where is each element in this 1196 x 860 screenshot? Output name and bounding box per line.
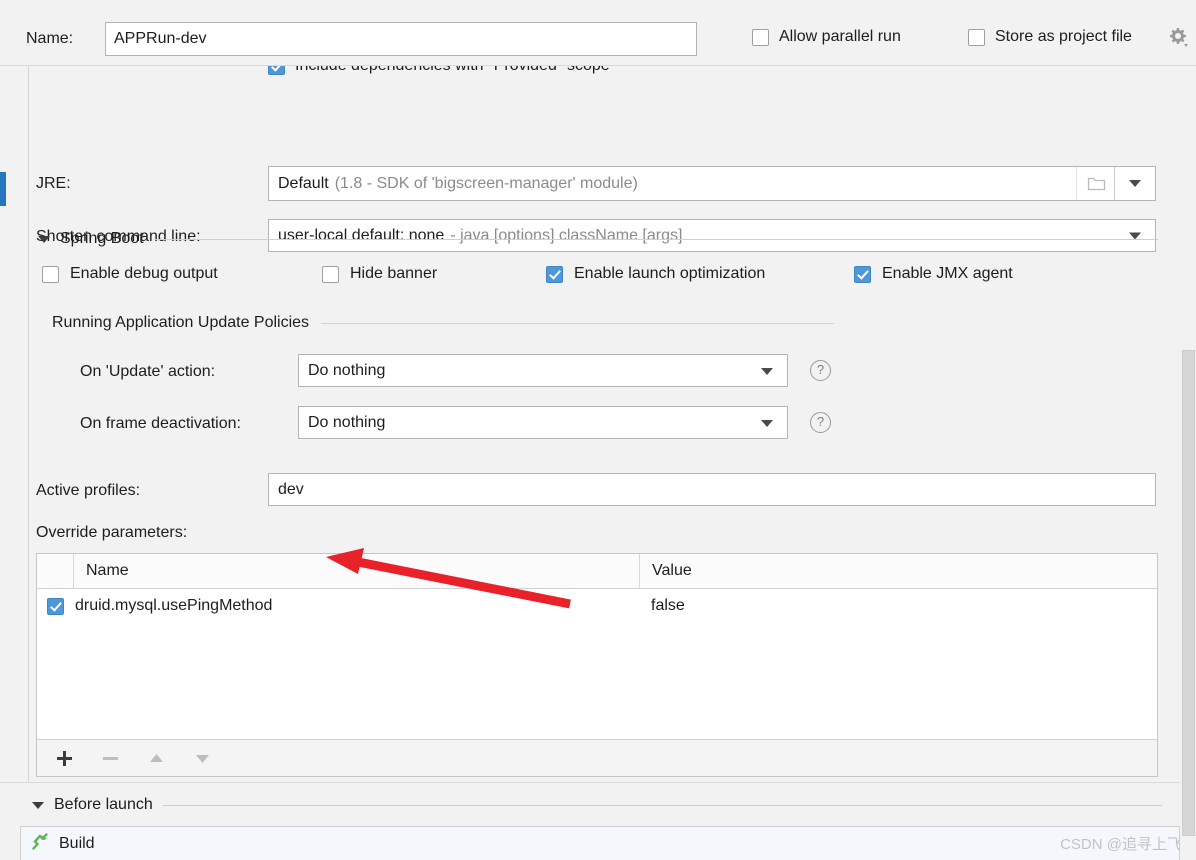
row-value-cell[interactable]: false: [639, 597, 1157, 615]
before-launch-item-build[interactable]: Build: [20, 826, 1180, 860]
store-as-project-file-checkbox[interactable]: Store as project file: [968, 28, 1132, 46]
folder-icon[interactable]: [1076, 167, 1115, 200]
allow-parallel-run-checkbox[interactable]: Allow parallel run: [752, 28, 901, 46]
move-up-button[interactable]: [143, 745, 169, 771]
include-provided-dependencies-label: Include dependencies with "Provided" sco…: [295, 66, 610, 75]
hammer-icon: [31, 832, 50, 856]
store-as-project-file-label: Store as project file: [995, 28, 1132, 45]
divider: [162, 804, 1162, 806]
run-configuration-name-input[interactable]: [105, 22, 697, 56]
chevron-down-icon[interactable]: [761, 420, 773, 427]
on-frame-deactivation-help-icon[interactable]: ?: [810, 412, 831, 433]
before-launch-item-label: Build: [59, 834, 95, 852]
jre-combobox[interactable]: Default (1.8 - SDK of 'bigscreen-manager…: [268, 166, 1156, 201]
enable-launch-optimization-checkbox[interactable]: Enable launch optimization: [546, 265, 765, 283]
on-update-action-value: Do nothing: [308, 361, 386, 379]
checkbox-box[interactable]: [46, 597, 64, 615]
enable-debug-output-label: Enable debug output: [70, 265, 218, 282]
allow-parallel-run-label: Allow parallel run: [779, 28, 901, 45]
row-enabled-checkbox[interactable]: [37, 597, 73, 615]
before-launch-title: Before launch: [54, 796, 153, 813]
jre-label: JRE:: [36, 175, 71, 192]
on-update-action-help-icon[interactable]: ?: [810, 360, 831, 381]
enable-jmx-agent-label: Enable JMX agent: [882, 265, 1013, 282]
move-down-button[interactable]: [189, 745, 215, 771]
name-bar: Name: Allow parallel run Store as projec…: [0, 0, 1196, 66]
on-frame-deactivation-combobox[interactable]: Do nothing: [298, 406, 788, 439]
spring-boot-group-header[interactable]: Spring Boot: [38, 229, 1158, 249]
left-selection-marker: [0, 172, 6, 206]
checkbox-box[interactable]: [752, 28, 769, 46]
checkbox-box[interactable]: [42, 265, 59, 283]
enable-debug-output-checkbox[interactable]: Enable debug output: [42, 265, 218, 283]
enable-jmx-agent-checkbox[interactable]: Enable JMX agent: [854, 265, 1013, 283]
divider: [321, 322, 834, 324]
table-row[interactable]: druid.mysql.usePingMethod false: [37, 589, 1157, 623]
vertical-scrollbar-thumb[interactable]: [1182, 350, 1195, 836]
on-update-action-combobox[interactable]: Do nothing: [298, 354, 788, 387]
gear-icon[interactable]: [1166, 26, 1190, 50]
checkbox-box[interactable]: [268, 66, 285, 75]
on-update-action-label: On 'Update' action:: [80, 363, 216, 380]
header-checkbox-column: [37, 554, 74, 588]
chevron-down-icon[interactable]: [38, 235, 50, 243]
jre-value-strong: Default: [278, 174, 329, 192]
table-toolbar: [37, 739, 1157, 776]
name-label: Name:: [26, 30, 74, 47]
table-header-row: Name Value: [37, 554, 1157, 589]
spring-boot-title: Spring Boot: [60, 230, 144, 247]
settings-content-panel: Include dependencies with "Provided" sco…: [0, 66, 1196, 782]
header-value-column[interactable]: Value: [640, 554, 1157, 588]
watermark: CSDN @追寻上飞: [1060, 836, 1182, 853]
chevron-down-icon[interactable]: [32, 801, 44, 809]
hide-banner-label: Hide banner: [350, 265, 438, 282]
checkbox-box[interactable]: [546, 265, 563, 283]
hide-banner-checkbox[interactable]: Hide banner: [322, 265, 437, 283]
jre-value-dim: (1.8 - SDK of 'bigscreen-manager' module…: [334, 174, 638, 192]
active-profiles-label: Active profiles:: [36, 482, 141, 499]
remove-parameter-button[interactable]: [97, 745, 123, 771]
row-name-cell[interactable]: druid.mysql.usePingMethod: [73, 597, 639, 615]
vertical-scrollbar[interactable]: [1180, 66, 1196, 860]
include-provided-dependencies-checkbox[interactable]: Include dependencies with "Provided" sco…: [268, 66, 610, 75]
divider: [153, 238, 1158, 240]
update-policies-title: Running Application Update Policies: [52, 314, 310, 331]
enable-launch-optimization-label: Enable launch optimization: [574, 265, 766, 282]
update-policies-group-header: Running Application Update Policies: [52, 314, 834, 332]
on-frame-deactivation-label: On frame deactivation:: [80, 415, 241, 432]
before-launch-group-header[interactable]: Before launch: [32, 795, 1162, 815]
add-parameter-button[interactable]: [51, 745, 77, 771]
active-profiles-input[interactable]: [268, 473, 1156, 506]
chevron-down-icon: [1129, 180, 1141, 187]
checkbox-box[interactable]: [854, 265, 871, 283]
jre-dropdown-button[interactable]: [1114, 167, 1155, 200]
checkbox-box[interactable]: [322, 265, 339, 283]
header-name-column[interactable]: Name: [74, 554, 640, 588]
override-parameters-label: Override parameters:: [36, 524, 188, 541]
chevron-down-icon[interactable]: [761, 368, 773, 375]
override-parameters-table: Name Value druid.mysql.usePingMethod fal…: [36, 553, 1158, 777]
on-frame-deactivation-value: Do nothing: [308, 413, 386, 431]
checkbox-box[interactable]: [968, 28, 985, 46]
